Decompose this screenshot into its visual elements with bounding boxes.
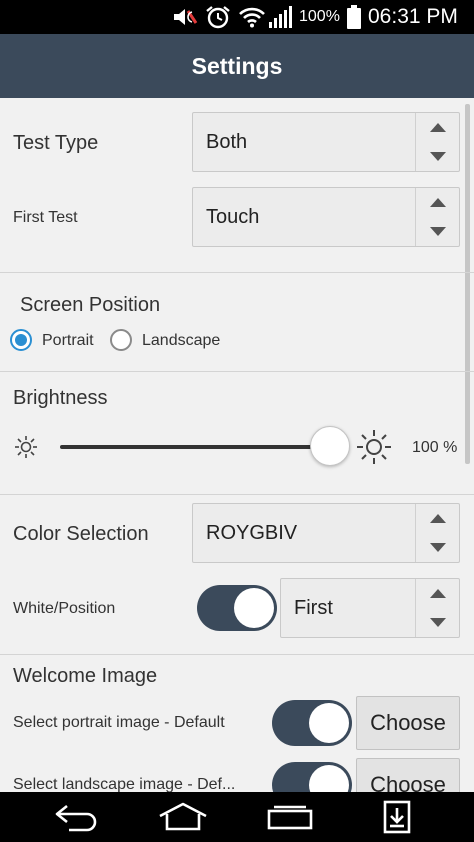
arrow-up-icon[interactable] — [416, 579, 460, 608]
battery-icon — [347, 5, 361, 29]
white-position-toggle[interactable] — [197, 585, 277, 631]
divider — [0, 494, 474, 495]
white-position-spinner[interactable]: First — [280, 578, 460, 638]
welcome-image-label: Welcome Image — [13, 665, 158, 687]
test-type-spinner[interactable]: Both — [192, 112, 460, 172]
test-type-label: Test Type — [13, 132, 99, 154]
arrow-down-icon[interactable] — [416, 142, 460, 171]
arrow-down-icon[interactable] — [416, 608, 460, 637]
navigation-bar — [0, 792, 474, 842]
first-test-value: Touch — [206, 205, 260, 228]
portrait-radio[interactable] — [10, 329, 32, 351]
scrollbar[interactable] — [465, 104, 470, 464]
alarm-icon — [205, 0, 231, 34]
arrow-down-icon[interactable] — [416, 533, 460, 562]
toggle-knob — [309, 703, 349, 743]
arrow-down-icon[interactable] — [416, 217, 460, 246]
brightness-slider-track[interactable] — [60, 445, 336, 449]
color-selection-label: Color Selection — [13, 523, 149, 545]
white-position-value: First — [294, 596, 333, 619]
white-position-label: White/Position — [13, 600, 116, 617]
test-type-value: Both — [206, 130, 248, 153]
divider — [0, 654, 474, 655]
arrow-up-icon[interactable] — [416, 504, 460, 533]
toggle-knob — [309, 765, 349, 792]
battery-percent: 100% — [299, 8, 340, 25]
download-icon[interactable] — [357, 792, 437, 842]
landscape-radio-label[interactable]: Landscape — [142, 332, 220, 350]
landscape-radio[interactable] — [110, 329, 132, 351]
landscape-image-toggle[interactable] — [272, 762, 352, 792]
brightness-slider-thumb[interactable] — [310, 426, 350, 466]
first-test-spinner[interactable]: Touch — [192, 187, 460, 247]
brightness-label: Brightness — [13, 387, 108, 409]
status-bar: 100% 06:31 PM — [0, 0, 474, 34]
brightness-low-icon — [14, 435, 38, 464]
clock: 06:31 PM — [368, 5, 458, 28]
back-icon[interactable] — [37, 792, 117, 842]
color-selection-value: ROYGBIV — [206, 521, 298, 544]
recent-apps-icon[interactable] — [250, 792, 330, 842]
signal-icon — [268, 0, 294, 34]
portrait-image-toggle[interactable] — [272, 700, 352, 746]
screen-position-label: Screen Position — [20, 294, 161, 316]
landscape-image-label: Select landscape image - Def... — [13, 776, 236, 792]
divider — [0, 371, 474, 372]
choose-portrait-button[interactable]: Choose — [356, 696, 460, 750]
brightness-high-icon — [355, 428, 393, 471]
divider — [0, 272, 474, 273]
home-icon[interactable] — [143, 792, 223, 842]
arrow-up-icon[interactable] — [416, 113, 460, 142]
arrow-up-icon[interactable] — [416, 188, 460, 217]
portrait-radio-label[interactable]: Portrait — [42, 332, 94, 350]
toggle-knob — [234, 588, 274, 628]
brightness-value: 100 % — [412, 439, 458, 456]
first-test-label: First Test — [13, 209, 78, 226]
color-selection-spinner[interactable]: ROYGBIV — [192, 503, 460, 563]
page-title: Settings — [191, 52, 283, 79]
wifi-icon — [238, 0, 266, 34]
portrait-image-label: Select portrait image - Default — [13, 714, 225, 731]
app-header: Settings — [0, 34, 474, 98]
mute-icon — [172, 0, 198, 34]
settings-content[interactable]: Test Type Both First Test Touch Screen P… — [0, 98, 474, 792]
choose-landscape-button[interactable]: Choose — [356, 758, 460, 792]
